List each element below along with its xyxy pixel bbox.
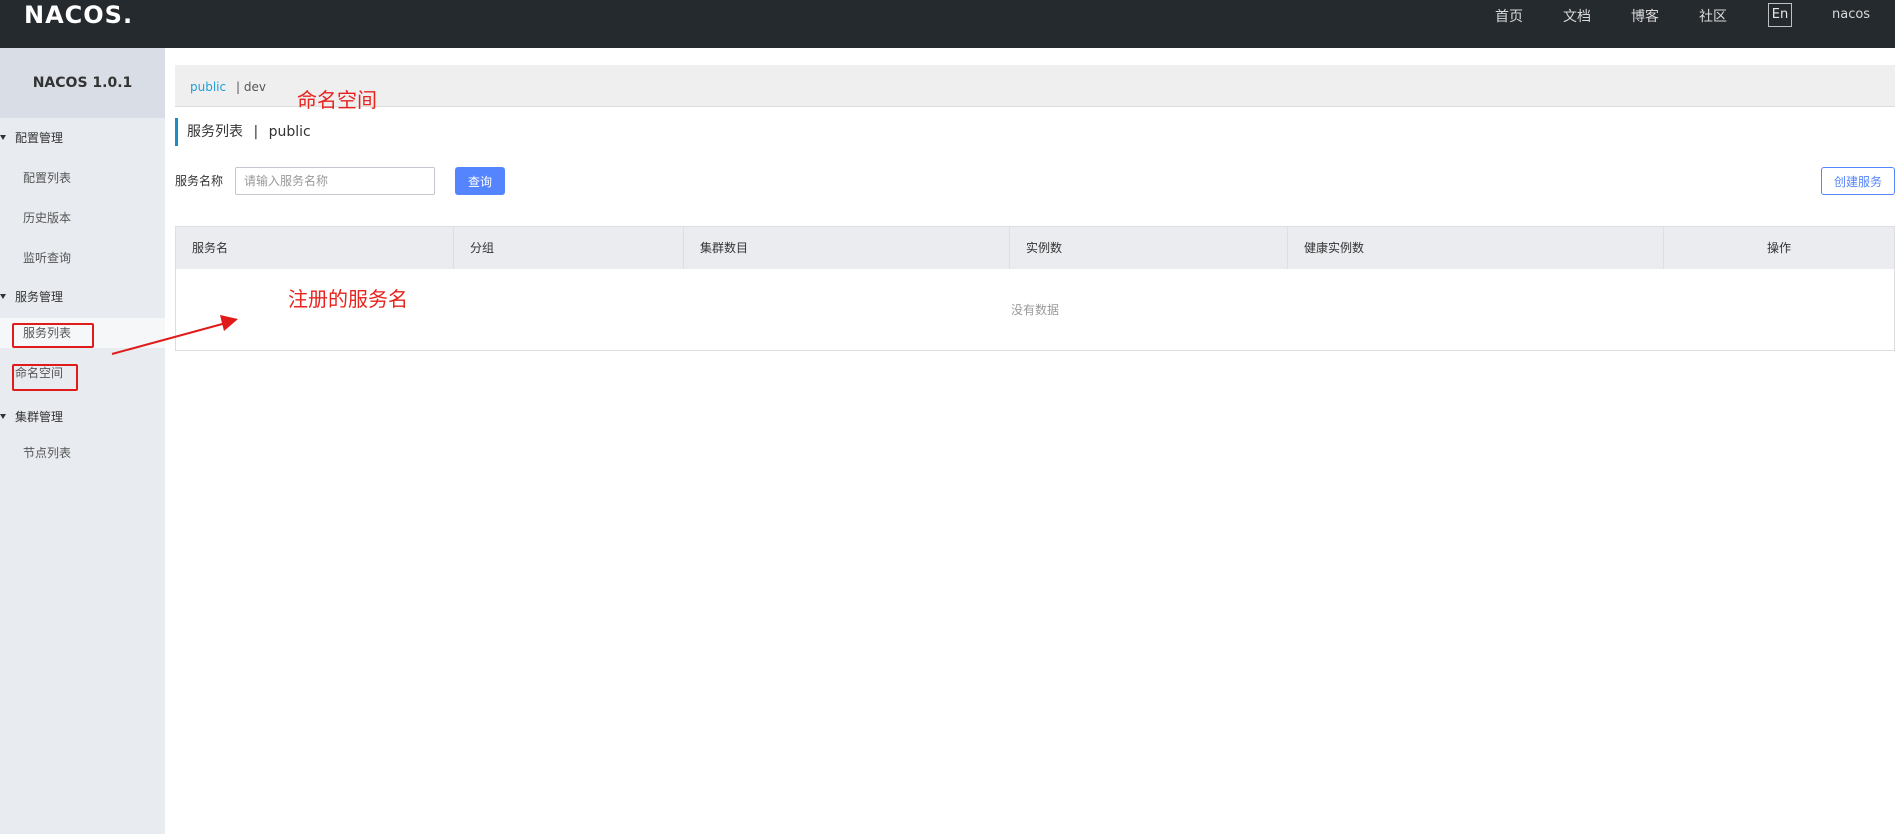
caret-down-icon — [0, 414, 6, 419]
nav-community[interactable]: 社区 — [1699, 6, 1727, 26]
sidebar-group-label: 集群管理 — [15, 410, 64, 424]
column-header-actions: 操作 — [1766, 241, 1791, 255]
service-table: 服务名 分组 集群数目 实例数 健康实例数 操作 没有数据 — [175, 226, 1895, 351]
create-service-button[interactable]: 创建服务 — [1821, 167, 1895, 195]
column-header-cluster-count: 集群数目 — [684, 227, 1010, 269]
nav-blog[interactable]: 博客 — [1631, 6, 1659, 26]
user-name[interactable]: nacos — [1832, 7, 1870, 22]
service-name-input[interactable] — [235, 167, 435, 195]
sidebar-group-cluster[interactable]: 集群管理 — [0, 405, 165, 429]
annotation-service-note: 注册的服务名 — [288, 287, 408, 311]
top-navbar: NACOS. 首页 文档 博客 社区 En nacos — [0, 0, 1895, 48]
column-header-healthy-instances: 健康实例数 — [1288, 227, 1664, 269]
table-header: 服务名 分组 集群数目 实例数 健康实例数 操作 — [176, 227, 1894, 269]
nav-docs[interactable]: 文档 — [1563, 6, 1591, 26]
annotation-arrow-icon — [111, 315, 238, 355]
sidebar-item-node-list[interactable]: 节点列表 — [0, 438, 165, 468]
query-button[interactable]: 查询 — [455, 167, 505, 195]
column-header-instance-count: 实例数 — [1010, 227, 1288, 269]
nav-home[interactable]: 首页 — [1495, 6, 1523, 26]
empty-table-message: 没有数据 — [1010, 303, 1059, 317]
annotation-namespace-note: 命名空间 — [297, 88, 377, 112]
namespace-bar: public | dev — [175, 65, 1895, 107]
page-title-namespace: public — [268, 124, 311, 140]
column-header-group: 分组 — [454, 227, 684, 269]
language-toggle-button[interactable]: En — [1768, 3, 1792, 27]
